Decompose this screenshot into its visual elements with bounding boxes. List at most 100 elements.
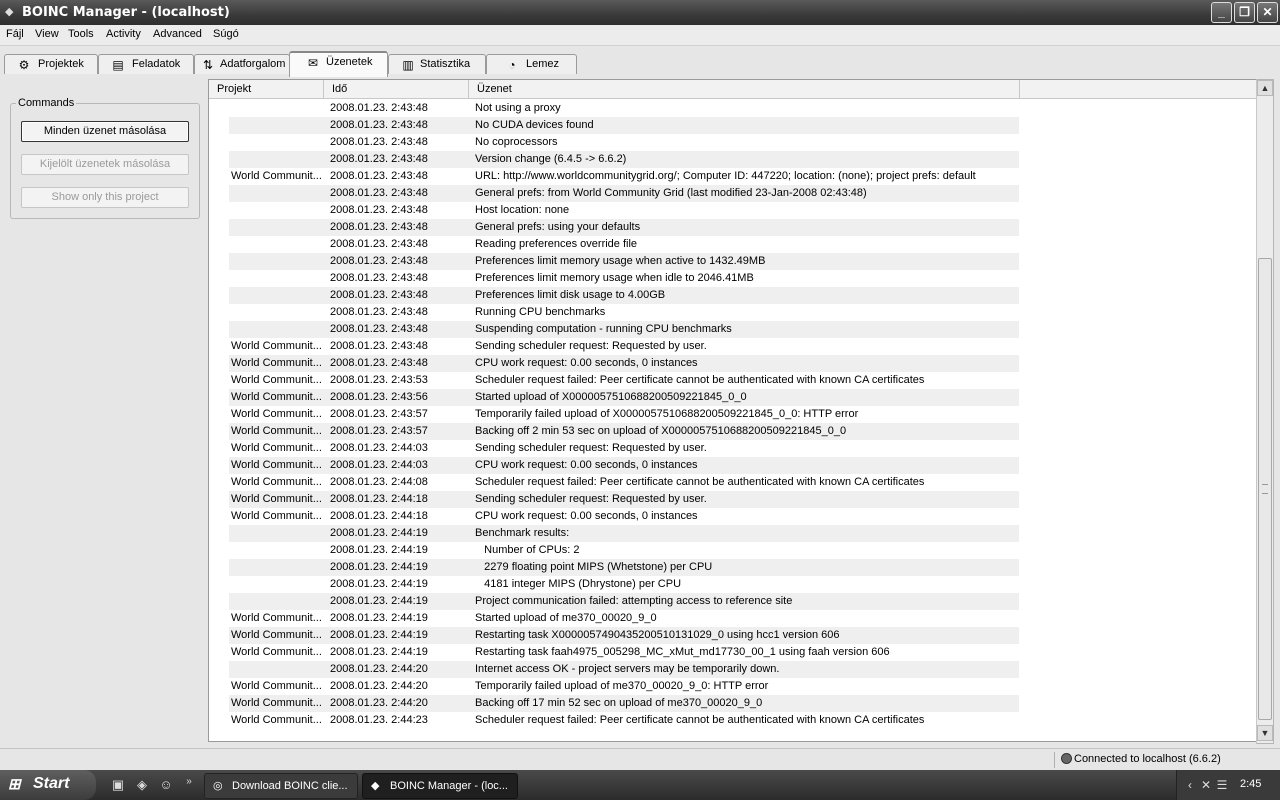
message-time: 2008.01.23. 2:44:19 xyxy=(330,578,428,590)
message-row[interactable]: 2008.01.23. 2:43:48 General prefs: from W… xyxy=(229,185,1019,202)
task-download-boinc[interactable]: ◎ Download BOINC clie... xyxy=(204,773,358,799)
message-row[interactable]: World Communit... 2008.01.23. 2:43:57 Back… xyxy=(229,423,1019,440)
scroll-down-arrow-icon[interactable]: ▼ xyxy=(1257,725,1273,741)
message-row[interactable]: World Communit... 2008.01.23. 2:44:18 CPU … xyxy=(229,508,1019,525)
message-text: CPU work request: 0.00 seconds, 0 instan… xyxy=(475,459,698,471)
vertical-scrollbar[interactable]: ▲ ▼ xyxy=(1256,79,1274,744)
show-only-project-button[interactable]: Show only this project xyxy=(21,187,189,208)
tab-disk[interactable]: ◔ Lemez xyxy=(486,54,577,74)
message-row[interactable]: World Communit... 2008.01.23. 2:43:48 URL:… xyxy=(229,168,1019,185)
close-button[interactable]: ✕ xyxy=(1257,2,1278,23)
message-row[interactable]: World Communit... 2008.01.23. 2:44:20 Back… xyxy=(229,695,1019,712)
message-row[interactable]: 2008.01.23. 2:44:19 Project communication… xyxy=(229,593,1019,610)
copy-all-messages-button[interactable]: Minden üzenet másolása xyxy=(21,121,189,142)
quicklaunch-media-icon[interactable]: ◈ xyxy=(134,777,150,793)
message-project: World Communit... xyxy=(231,442,322,454)
message-row[interactable]: 2008.01.23. 2:44:19 Number of CPUs: 2 xyxy=(229,542,1019,559)
quicklaunch-expand-icon[interactable]: » xyxy=(181,774,197,790)
message-row[interactable]: 2008.01.23. 2:43:48 Not using a proxy xyxy=(229,100,1019,117)
messages-list[interactable]: Projekt Idő Üzenet 2008.01.23. 2:43:48 No… xyxy=(208,79,1257,742)
gear-icon: ⚙ xyxy=(18,58,30,72)
start-button[interactable]: ⊞ Start xyxy=(0,770,96,800)
message-project: World Communit... xyxy=(231,510,322,522)
menu-tools[interactable]: Tools xyxy=(68,28,94,40)
message-time: 2008.01.23. 2:43:48 xyxy=(330,221,428,233)
message-row[interactable]: 2008.01.23. 2:43:48 Suspending computatio… xyxy=(229,321,1019,338)
message-row[interactable]: 2008.01.23. 2:44:19 2279 floating point … xyxy=(229,559,1019,576)
windows-logo-icon: ⊞ xyxy=(8,776,21,793)
message-row[interactable]: World Communit... 2008.01.23. 2:43:48 CPU … xyxy=(229,355,1019,372)
message-project: World Communit... xyxy=(231,459,322,471)
network-icon[interactable]: ✕ xyxy=(1198,777,1214,793)
message-row[interactable]: 2008.01.23. 2:43:48 Preferences limit mem… xyxy=(229,270,1019,287)
message-time: 2008.01.23. 2:43:48 xyxy=(330,153,428,165)
message-row[interactable]: 2008.01.23. 2:43:48 Version change (6.4.5… xyxy=(229,151,1019,168)
message-row[interactable]: World Communit... 2008.01.23. 2:44:19 Star… xyxy=(229,610,1019,627)
message-text: 2279 floating point MIPS (Whetstone) per… xyxy=(475,561,713,573)
message-row[interactable]: 2008.01.23. 2:43:48 No coprocessors xyxy=(229,134,1019,151)
column-header-time[interactable]: Idő xyxy=(324,80,469,98)
message-row[interactable]: World Communit... 2008.01.23. 2:44:18 Send… xyxy=(229,491,1019,508)
message-row[interactable]: World Communit... 2008.01.23. 2:44:08 Sche… xyxy=(229,474,1019,491)
copy-selected-messages-button[interactable]: Kijelölt üzenetek másolása xyxy=(21,154,189,175)
message-row[interactable]: World Communit... 2008.01.23. 2:44:03 Send… xyxy=(229,440,1019,457)
message-row[interactable]: 2008.01.23. 2:43:48 General prefs: using … xyxy=(229,219,1019,236)
message-row[interactable]: 2008.01.23. 2:43:48 No CUDA devices found xyxy=(229,117,1019,134)
message-row[interactable]: World Communit... 2008.01.23. 2:44:19 Rest… xyxy=(229,644,1019,661)
tray-arrow-icon[interactable]: ‹ xyxy=(1182,777,1198,793)
message-row[interactable]: 2008.01.23. 2:44:20 Internet access OK - … xyxy=(229,661,1019,678)
message-row[interactable]: World Communit... 2008.01.23. 2:43:57 Temp… xyxy=(229,406,1019,423)
message-row[interactable]: World Communit... 2008.01.23. 2:43:48 Send… xyxy=(229,338,1019,355)
message-row[interactable]: 2008.01.23. 2:43:48 Host location: none xyxy=(229,202,1019,219)
tab-tasks[interactable]: ▤ Feladatok xyxy=(98,54,194,74)
message-project: World Communit... xyxy=(231,697,322,709)
menu-file[interactable]: Fájl xyxy=(6,28,24,40)
menu-activity[interactable]: Activity xyxy=(106,28,141,40)
message-text: Started upload of X000005751068820050922… xyxy=(475,391,747,403)
message-time: 2008.01.23. 2:43:48 xyxy=(330,272,428,284)
message-row[interactable]: World Communit... 2008.01.23. 2:44:19 Rest… xyxy=(229,627,1019,644)
tab-projects-label: Projektek xyxy=(38,58,84,70)
scroll-up-arrow-icon[interactable]: ▲ xyxy=(1257,80,1273,96)
message-text: CPU work request: 0.00 seconds, 0 instan… xyxy=(475,357,698,369)
message-row[interactable]: World Communit... 2008.01.23. 2:43:56 Star… xyxy=(229,389,1019,406)
message-row[interactable]: World Communit... 2008.01.23. 2:43:53 Sche… xyxy=(229,372,1019,389)
tab-projects[interactable]: ⚙ Projektek xyxy=(4,54,98,74)
message-time: 2008.01.23. 2:43:48 xyxy=(330,204,428,216)
maximize-button[interactable]: ❐ xyxy=(1234,2,1255,23)
menu-view[interactable]: View xyxy=(35,28,59,40)
quicklaunch-browser-icon[interactable]: ☺ xyxy=(158,777,174,793)
message-row[interactable]: World Communit... 2008.01.23. 2:44:20 Temp… xyxy=(229,678,1019,695)
column-header-project[interactable]: Projekt xyxy=(209,80,324,98)
tab-transfers[interactable]: ⇅ Adatforgalom xyxy=(194,54,290,74)
minimize-button[interactable]: _ xyxy=(1211,2,1232,23)
message-row[interactable]: 2008.01.23. 2:44:19 4181 integer MIPS (D… xyxy=(229,576,1019,593)
column-header-message[interactable]: Üzenet xyxy=(469,80,1020,98)
message-time: 2008.01.23. 2:44:08 xyxy=(330,476,428,488)
menu-help[interactable]: Súgó xyxy=(213,28,239,40)
message-time: 2008.01.23. 2:44:18 xyxy=(330,510,428,522)
message-text: Host location: none xyxy=(475,204,570,216)
bar-chart-icon: ▥ xyxy=(402,58,414,72)
menu-advanced[interactable]: Advanced xyxy=(153,28,202,40)
boinc-icon: ◆ xyxy=(371,780,380,792)
browser-icon: ◎ xyxy=(213,780,223,792)
taskbar: ⊞ Start ▣ ◈ ☺ » ◎ Download BOINC clie...… xyxy=(0,770,1280,800)
message-row[interactable]: 2008.01.23. 2:43:48 Preferences limit mem… xyxy=(229,253,1019,270)
message-row[interactable]: 2008.01.23. 2:43:48 Preferences limit dis… xyxy=(229,287,1019,304)
message-time: 2008.01.23. 2:44:23 xyxy=(330,714,428,726)
tab-statistics[interactable]: ▥ Statisztika xyxy=(388,54,486,74)
scroll-thumb[interactable] xyxy=(1258,258,1272,720)
quicklaunch-desktop-icon[interactable]: ▣ xyxy=(110,777,126,793)
message-row[interactable]: 2008.01.23. 2:43:48 Running CPU benchmark… xyxy=(229,304,1019,321)
title-bar: ◆ BOINC Manager - (localhost) _ ❐ ✕ xyxy=(0,0,1280,25)
message-row[interactable]: World Communit... 2008.01.23. 2:44:03 CPU … xyxy=(229,457,1019,474)
task-boinc-manager[interactable]: ◆ BOINC Manager - (loc... xyxy=(362,773,518,799)
message-row[interactable]: World Communit... 2008.01.23. 2:44:23 Sche… xyxy=(229,712,1019,729)
tab-messages[interactable]: ✉ Üzenetek xyxy=(289,51,388,77)
tab-disk-label: Lemez xyxy=(526,58,560,70)
message-row[interactable]: 2008.01.23. 2:43:48 Reading preferences o… xyxy=(229,236,1019,253)
boinc-tray-icon[interactable]: ☰ xyxy=(1214,777,1230,793)
boinc-app-icon[interactable]: ◆ xyxy=(5,6,17,18)
message-row[interactable]: 2008.01.23. 2:44:19 Benchmark results: xyxy=(229,525,1019,542)
